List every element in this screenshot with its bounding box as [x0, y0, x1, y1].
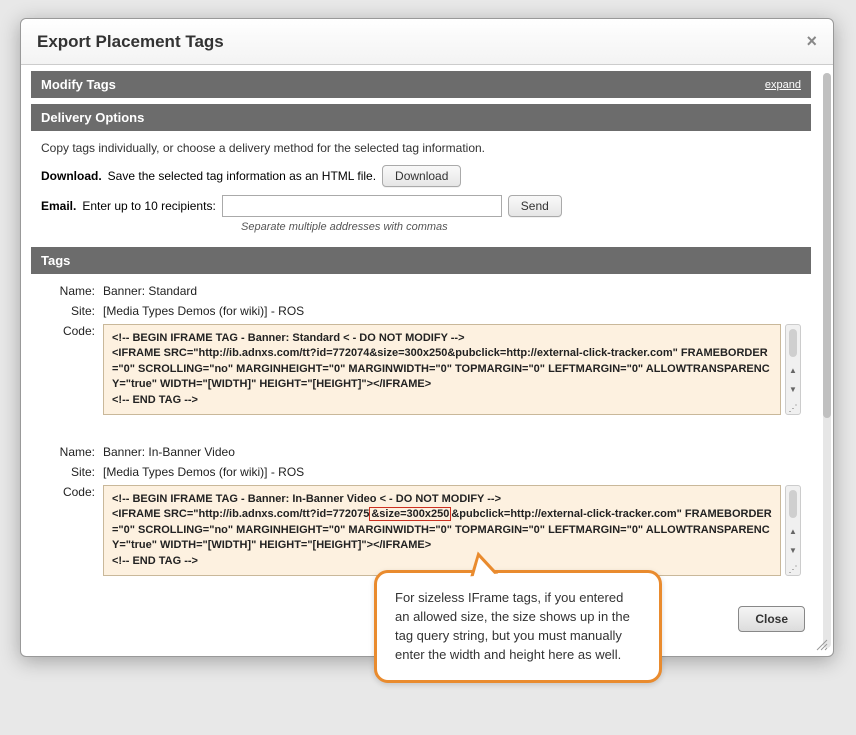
name-value: Banner: Standard: [103, 284, 801, 298]
code-highlight: &size=300x250: [369, 507, 451, 521]
code-scrollbar[interactable]: ▲▼⋰: [785, 324, 801, 415]
delivery-options-bar: Delivery Options: [31, 104, 811, 131]
site-label: Site:: [41, 304, 103, 318]
email-label: Email.: [41, 199, 76, 213]
site-row: Site: [Media Types Demos (for wiki)] - R…: [41, 465, 801, 479]
email-text: Enter up to 10 recipients:: [82, 199, 215, 213]
email-hint: Separate multiple addresses with commas: [241, 221, 801, 233]
code-row: Code: <!-- BEGIN IFRAME TAG - Banner: St…: [41, 324, 801, 415]
site-value: [Media Types Demos (for wiki)] - ROS: [103, 304, 801, 318]
tags-bar: Tags: [31, 247, 811, 274]
code-label: Code:: [41, 324, 103, 415]
delivery-intro: Copy tags individually, or choose a deli…: [41, 141, 801, 155]
email-input[interactable]: [222, 195, 502, 217]
site-label: Site:: [41, 465, 103, 479]
code-scrollbar[interactable]: ▲▼⋰: [785, 485, 801, 576]
name-row: Name: Banner: Standard: [41, 284, 801, 298]
download-button[interactable]: Download: [382, 165, 461, 187]
modify-tags-bar: Modify Tags expand: [31, 71, 811, 98]
delivery-options-title: Delivery Options: [41, 110, 144, 125]
modify-tags-title: Modify Tags: [41, 77, 116, 92]
dialog-scrollbar[interactable]: [823, 73, 831, 648]
tags-title: Tags: [41, 253, 70, 268]
code-row: Code: <!-- BEGIN IFRAME TAG - Banner: In…: [41, 485, 801, 576]
download-text: Save the selected tag information as an …: [108, 169, 376, 183]
site-value: [Media Types Demos (for wiki)] - ROS: [103, 465, 801, 479]
name-value: Banner: In-Banner Video: [103, 445, 801, 459]
annotation-callout: For sizeless IFrame tags, if you entered…: [374, 570, 662, 683]
code-textarea[interactable]: <!-- BEGIN IFRAME TAG - Banner: In-Banne…: [103, 485, 781, 576]
delivery-panel: Copy tags individually, or choose a deli…: [31, 131, 811, 247]
download-label: Download.: [41, 169, 102, 183]
code-label: Code:: [41, 485, 103, 576]
code-textarea[interactable]: <!-- BEGIN IFRAME TAG - Banner: Standard…: [103, 324, 781, 415]
name-row: Name: Banner: In-Banner Video: [41, 445, 801, 459]
export-dialog: Export Placement Tags × Modify Tags expa…: [20, 18, 834, 657]
expand-link[interactable]: expand: [765, 79, 801, 91]
send-button[interactable]: Send: [508, 195, 562, 217]
resize-grip-icon[interactable]: [815, 638, 829, 652]
dialog-title: Export Placement Tags: [37, 32, 224, 52]
close-button[interactable]: Close: [738, 606, 805, 632]
download-row: Download. Save the selected tag informat…: [41, 165, 801, 187]
site-row: Site: [Media Types Demos (for wiki)] - R…: [41, 304, 801, 318]
email-row: Email. Enter up to 10 recipients: Send: [41, 195, 801, 217]
name-label: Name:: [41, 284, 103, 298]
dialog-titlebar: Export Placement Tags ×: [21, 19, 833, 65]
tag-block: Name: Banner: Standard Site: [Media Type…: [31, 274, 811, 435]
close-icon[interactable]: ×: [806, 31, 817, 52]
name-label: Name:: [41, 445, 103, 459]
dialog-body: Modify Tags expand Delivery Options Copy…: [21, 65, 833, 656]
